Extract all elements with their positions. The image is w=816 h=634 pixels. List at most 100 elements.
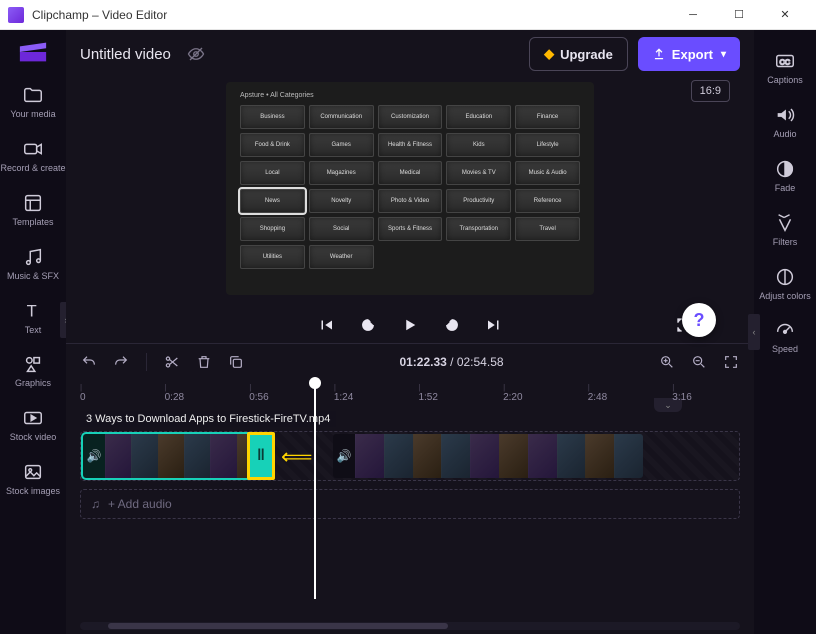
trim-handle[interactable]: ‖ bbox=[247, 432, 275, 480]
delete-button[interactable] bbox=[195, 353, 213, 371]
preview-grid-cell: Music & Audio bbox=[515, 161, 580, 185]
sidebar-label: Text bbox=[25, 326, 42, 336]
sidebar-label: Adjust colors bbox=[759, 292, 811, 302]
captions-icon: CC bbox=[774, 50, 796, 72]
expand-right-panel[interactable]: ‹ bbox=[748, 314, 760, 350]
duplicate-button[interactable] bbox=[227, 353, 245, 371]
filters-icon bbox=[774, 212, 796, 234]
timeline-tracks: 3 Ways to Download Apps to Firestick-Fir… bbox=[66, 405, 754, 620]
scrollbar-thumb[interactable] bbox=[108, 623, 448, 629]
timeline-scrollbar[interactable] bbox=[80, 622, 740, 630]
sidebar-item-stock-images[interactable]: Stock images bbox=[0, 453, 66, 507]
video-preview[interactable]: Apsture • All Categories BusinessCommuni… bbox=[226, 82, 594, 295]
export-button[interactable]: Export ▾ bbox=[638, 37, 740, 71]
undo-button[interactable] bbox=[80, 353, 98, 371]
zoom-out-button[interactable] bbox=[690, 353, 708, 371]
preview-grid-cell: Education bbox=[446, 105, 511, 129]
preview-grid-cell: Customization bbox=[378, 105, 443, 129]
preview-grid-cell: Medical bbox=[378, 161, 443, 185]
sidebar-label: Captions bbox=[767, 76, 803, 86]
ruler-tick: 2:20 bbox=[503, 383, 522, 403]
sidebar-item-captions[interactable]: CC Captions bbox=[752, 42, 816, 96]
camera-icon bbox=[22, 138, 44, 160]
timeline-toolbar: 01:22.33 / 02:54.58 bbox=[66, 343, 754, 379]
clip-filename-label: 3 Ways to Download Apps to Firestick-Fir… bbox=[80, 411, 336, 427]
preview-grid-cell: Social bbox=[309, 217, 374, 241]
video-track[interactable]: 🔊 ‖ ⟸ 🔊 bbox=[80, 431, 740, 481]
clip-audio-icon: 🔊 bbox=[83, 434, 105, 478]
audio-icon bbox=[774, 104, 796, 126]
zoom-in-button[interactable] bbox=[658, 353, 676, 371]
adjust-colors-icon bbox=[774, 266, 796, 288]
preview-grid-cell: Communication bbox=[309, 105, 374, 129]
sidebar-item-music-sfx[interactable]: Music & SFX bbox=[0, 238, 66, 292]
preview-category-grid: BusinessCommunicationCustomizationEducat… bbox=[240, 105, 580, 269]
stock-video-icon bbox=[22, 407, 44, 429]
sidebar-item-speed[interactable]: Speed bbox=[752, 311, 816, 365]
ruler-tick: 0:56 bbox=[249, 383, 268, 403]
preview-grid-cell: Games bbox=[309, 133, 374, 157]
svg-text:CC: CC bbox=[780, 58, 791, 67]
preview-grid-cell: Movies & TV bbox=[446, 161, 511, 185]
play-button[interactable] bbox=[398, 313, 422, 337]
redo-button[interactable] bbox=[112, 353, 130, 371]
svg-text:T: T bbox=[27, 302, 37, 320]
sidebar-label: Audio bbox=[773, 130, 796, 140]
current-time: 01:22.33 bbox=[399, 355, 446, 369]
close-button[interactable]: ✕ bbox=[762, 0, 808, 30]
timeline-ruler[interactable]: 00:280:561:241:522:202:483:16 bbox=[66, 379, 754, 405]
sidebar-item-adjust-colors[interactable]: Adjust colors bbox=[752, 258, 816, 312]
total-time: 02:54.58 bbox=[457, 355, 504, 369]
app-icon bbox=[8, 7, 24, 23]
preview-grid-cell: News bbox=[240, 189, 305, 213]
preview-grid-cell: Finance bbox=[515, 105, 580, 129]
visibility-icon[interactable] bbox=[187, 45, 205, 63]
preview-grid-cell: Reference bbox=[515, 189, 580, 213]
sidebar-item-your-media[interactable]: Your media bbox=[0, 76, 66, 130]
export-label: Export bbox=[672, 47, 713, 62]
sidebar-item-templates[interactable]: Templates bbox=[0, 184, 66, 238]
left-sidebar: Your media Record & create Templates Mus… bbox=[0, 30, 66, 634]
rewind-button[interactable] bbox=[356, 313, 380, 337]
text-icon: T bbox=[22, 300, 44, 322]
playhead[interactable] bbox=[314, 379, 316, 599]
skip-end-button[interactable] bbox=[482, 313, 506, 337]
ruler-tick: 3:16 bbox=[672, 383, 691, 403]
sidebar-item-fade[interactable]: Fade bbox=[752, 150, 816, 204]
upgrade-button[interactable]: ◆ Upgrade bbox=[529, 37, 628, 71]
video-clip[interactable]: 🔊 bbox=[333, 434, 643, 478]
folder-icon bbox=[22, 84, 44, 106]
playback-controls bbox=[226, 307, 594, 343]
preview-grid-cell: Productivity bbox=[446, 189, 511, 213]
add-audio-label: + Add audio bbox=[108, 497, 172, 511]
preview-grid-cell: Travel bbox=[515, 217, 580, 241]
help-button[interactable]: ? bbox=[682, 303, 716, 337]
preview-area: 16:9 Apsture • All Categories BusinessCo… bbox=[66, 78, 754, 343]
sidebar-item-filters[interactable]: Filters bbox=[752, 204, 816, 258]
ruler-tick: 2:48 bbox=[588, 383, 607, 403]
sidebar-label: Speed bbox=[772, 345, 798, 355]
minimize-button[interactable]: ─ bbox=[670, 0, 716, 30]
sidebar-label: Fade bbox=[775, 184, 796, 194]
forward-button[interactable] bbox=[440, 313, 464, 337]
right-sidebar: CC Captions Audio Fade Filters Adjust co… bbox=[754, 30, 816, 634]
music-icon bbox=[22, 246, 44, 268]
preview-grid-cell: Sports & Fitness bbox=[378, 217, 443, 241]
clip-audio-icon: 🔊 bbox=[333, 434, 355, 478]
project-title[interactable]: Untitled video bbox=[80, 46, 171, 63]
stock-images-icon bbox=[22, 461, 44, 483]
aspect-ratio-button[interactable]: 16:9 bbox=[691, 80, 730, 102]
sidebar-item-audio[interactable]: Audio bbox=[752, 96, 816, 150]
maximize-button[interactable]: ☐ bbox=[716, 0, 762, 30]
sidebar-label: Templates bbox=[12, 218, 53, 228]
sidebar-item-graphics[interactable]: Graphics bbox=[0, 345, 66, 399]
sidebar-item-text[interactable]: T Text bbox=[0, 292, 66, 346]
skip-start-button[interactable] bbox=[314, 313, 338, 337]
split-button[interactable] bbox=[163, 353, 181, 371]
sidebar-item-stock-video[interactable]: Stock video bbox=[0, 399, 66, 453]
video-clip-selected[interactable]: 🔊 bbox=[83, 434, 263, 478]
ruler-tick: 1:52 bbox=[418, 383, 437, 403]
sidebar-item-record-create[interactable]: Record & create bbox=[0, 130, 66, 184]
zoom-fit-button[interactable] bbox=[722, 353, 740, 371]
audio-track-empty[interactable]: ♫ + Add audio bbox=[80, 489, 740, 519]
